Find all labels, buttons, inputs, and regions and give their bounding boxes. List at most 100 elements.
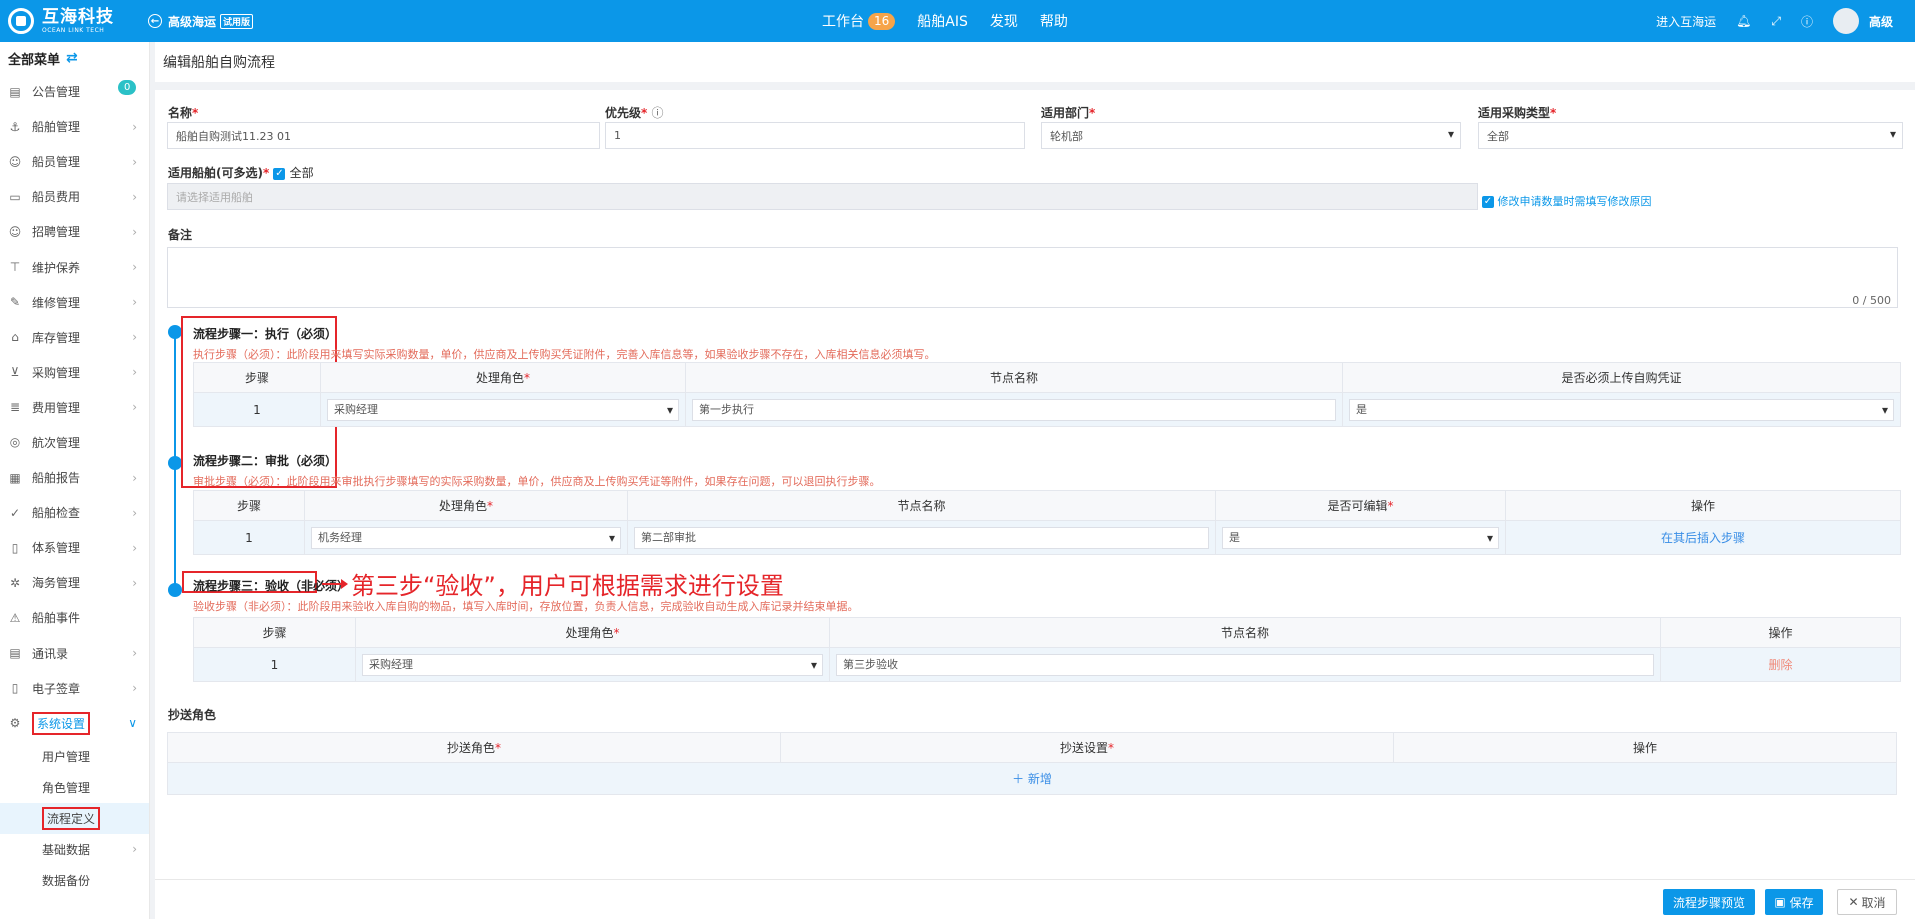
gear-icon: ⚙︎ <box>9 716 21 731</box>
top-nav: 工作台 16 船舶AIS 发现 帮助 <box>822 0 1090 42</box>
sidebar-item-7[interactable]: ⌂ 库存管理 › <box>0 320 149 355</box>
close-icon: ✕ <box>1848 895 1859 909</box>
step2-table: 步骤 处理角色* 节点名称 是否可编辑* 操作 1 机务经理 第二部审批 是 在… <box>193 490 1901 555</box>
step1-role-select[interactable]: 采购经理 <box>327 398 679 421</box>
help-icon[interactable]: ⓘ <box>1801 13 1813 30</box>
sidebar-item-8[interactable]: ⊻ 采购管理 › <box>0 355 149 390</box>
chevron-right-icon: › <box>132 470 137 485</box>
top-bar: 互海科技 OCEAN LINK TECH ← 高级海运 试用版 工作台 16 船… <box>0 0 1915 42</box>
modify-reason-checkbox[interactable]: ✓ <box>1482 196 1494 208</box>
step1-col-voucher: 是否必须上传自购凭证 <box>1342 362 1901 393</box>
sidebar-item-11[interactable]: ▦ 船舶报告 › <box>0 460 149 495</box>
fullscreen-icon[interactable]: ⤢ <box>1771 14 1781 29</box>
sidebar-item-3[interactable]: ▭ 船员费用 › <box>0 179 149 214</box>
ships-select[interactable]: 请选择适用船舶 <box>167 183 1478 210</box>
sidebar-item-9[interactable]: ≣ 费用管理 › <box>0 390 149 425</box>
user-menu[interactable]: 高级 <box>1832 8 1893 34</box>
sidebar-item-4[interactable]: ☺ 招聘管理 › <box>0 214 149 249</box>
add-cc-button[interactable]: ＋ 新增 <box>1012 772 1052 786</box>
sidebar-item-label: 船舶管理 <box>32 120 81 135</box>
annotation-arrow-icon <box>322 579 348 589</box>
sidebar-item-5[interactable]: ⊤ 维护保养 › <box>0 249 149 284</box>
step2-node-input[interactable]: 第二部审批 <box>634 526 1209 549</box>
sidebar-item-12[interactable]: ✓ 船舶检查 › <box>0 495 149 530</box>
nav-workbench[interactable]: 工作台 16 <box>822 11 896 31</box>
bell-icon[interactable]: 🔔︎ <box>1736 14 1751 28</box>
modify-reason-option[interactable]: ✓ 修改申请数量时需填写修改原因 <box>1482 193 1652 209</box>
avatar <box>1832 8 1859 34</box>
sidebar-item-1[interactable]: ⚓︎ 船舶管理 › <box>0 109 149 144</box>
enter-link[interactable]: 进入互海运 <box>1656 13 1716 30</box>
save-button[interactable]: ▣ 保存 <box>1765 889 1823 915</box>
purchase-type-label: 适用采购类型* <box>1478 106 1557 120</box>
sidebar-item-0[interactable]: ▤ 公告管理 <box>0 74 149 109</box>
submenu-item-4[interactable]: 数据备份 <box>0 865 149 896</box>
step2-dot <box>168 456 182 470</box>
step2-role-select[interactable]: 机务经理 <box>311 526 621 549</box>
helm-icon: ✲ <box>9 575 21 590</box>
submenu-item-3[interactable]: 基础数据 › <box>0 834 149 865</box>
name-input[interactable]: 船舶自购测试11.23 01 <box>167 122 600 149</box>
stamp-icon: ▯ <box>11 681 19 696</box>
swap-icon[interactable]: ⇄ <box>66 50 78 66</box>
insert-step-link[interactable]: 在其后插入步骤 <box>1661 531 1745 545</box>
submenu-item-0[interactable]: 用户管理 <box>0 741 149 772</box>
nav-help[interactable]: 帮助 <box>1040 11 1068 31</box>
nav-ais[interactable]: 船舶AIS <box>917 11 968 31</box>
ships-all-checkbox[interactable]: ✓ <box>273 167 286 180</box>
sidebar-item-18[interactable]: ⚙︎ 系统设置 ∨ <box>0 706 149 741</box>
warning-icon: ⚠︎ <box>9 610 21 625</box>
sidebar-item-label: 船舶报告 <box>32 471 81 486</box>
cc-col-role: 抄送角色* <box>167 732 781 763</box>
sidebar-item-6[interactable]: ✎ 维修管理 › <box>0 285 149 320</box>
cc-col-setting: 抄送设置* <box>780 732 1394 763</box>
sidebar-item-15[interactable]: ⚠︎ 船舶事件 <box>0 600 149 635</box>
remark-textarea[interactable]: 0 / 500 <box>167 247 1898 308</box>
step1-node-input[interactable]: 第一步执行 <box>692 398 1336 421</box>
hammer-icon: ⊤ <box>9 260 21 275</box>
step3-col-action: 操作 <box>1660 617 1901 648</box>
sidebar-title: 全部菜单 <box>8 52 61 68</box>
priority-label: 优先级* ⓘ <box>605 106 664 120</box>
step1-title: 流程步骤一：执行（必须） <box>193 327 338 341</box>
submenu-item-1[interactable]: 角色管理 <box>0 772 149 803</box>
chevron-right-icon: › <box>132 400 137 415</box>
recruit-icon: ☺ <box>8 224 22 239</box>
sidebar-item-16[interactable]: ▤ 通讯录 › <box>0 636 149 671</box>
step2-desc: 审批步骤（必须）：此阶段用来审批执行步骤填写的实际采购数量，单价，供应商及上传购… <box>193 475 881 488</box>
name-label: 名称* <box>168 106 199 120</box>
back-button[interactable]: ← 高级海运 试用版 <box>148 13 254 30</box>
sidebar-item-label: 费用管理 <box>32 400 81 415</box>
purchase-type-select[interactable]: 全部 <box>1478 122 1903 149</box>
save-icon: ▣ <box>1774 895 1786 909</box>
sidebar-item-10[interactable]: ◎ 航次管理 <box>0 425 149 460</box>
chevron-right-icon: › <box>132 646 137 661</box>
step3-dot <box>168 583 182 597</box>
dept-select[interactable]: 轮机部 <box>1041 122 1461 149</box>
submenu-item-label: 数据备份 <box>42 873 91 888</box>
sidebar-item-14[interactable]: ✲ 海务管理 › <box>0 565 149 600</box>
priority-input[interactable]: 1 <box>605 122 1025 149</box>
submenu-item-label: 用户管理 <box>42 749 91 764</box>
cancel-button[interactable]: ✕ 取消 <box>1837 889 1897 915</box>
step3-role-select[interactable]: 采购经理 <box>362 653 823 676</box>
sidebar-item-17[interactable]: ▯ 电子签章 › <box>0 671 149 706</box>
sidebar-item-label: 招聘管理 <box>32 225 81 240</box>
sidebar-item-13[interactable]: ▯ 体系管理 › <box>0 530 149 565</box>
nav-discover[interactable]: 发现 <box>990 11 1018 31</box>
submenu-item-label: 基础数据 <box>42 842 91 857</box>
logo: 互海科技 OCEAN LINK TECH <box>0 8 148 34</box>
step2-col-step: 步骤 <box>193 490 305 521</box>
cc-table: 抄送角色* 抄送设置* 操作 ＋ 新增 <box>167 732 1897 795</box>
chevron-right-icon: › <box>132 842 137 857</box>
sidebar-item-2[interactable]: ☺ 船员管理 › <box>0 144 149 179</box>
preview-button[interactable]: 流程步骤预览 <box>1663 889 1755 915</box>
step3-step-num: 1 <box>193 647 356 682</box>
submenu-item-2[interactable]: 流程定义 <box>0 802 149 834</box>
delete-step-link[interactable]: 删除 <box>1768 658 1792 672</box>
step1-voucher-select[interactable]: 是 <box>1349 398 1894 421</box>
step3-node-input[interactable]: 第三步验收 <box>836 653 1654 676</box>
person-icon: ☺ <box>8 154 22 169</box>
step2-editable-select[interactable]: 是 <box>1222 526 1499 549</box>
workbench-badge: 16 <box>868 12 896 30</box>
